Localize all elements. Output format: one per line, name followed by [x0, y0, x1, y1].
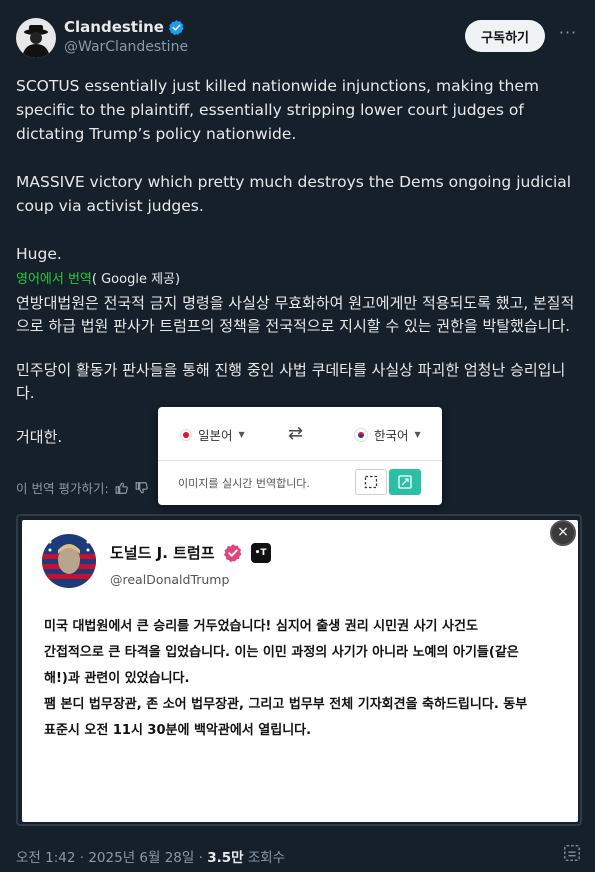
- embedded-post-screenshot: 도널드 J. 트럼프 •T @realDonaldTrump 미국 대법원에서 …: [22, 520, 578, 822]
- translation-attribution: 영어에서 번역( Google 제공): [16, 268, 180, 287]
- post-header: Clandestine @WarClandestine 구독하기 ···: [16, 16, 579, 64]
- translation-provider: ( Google 제공): [91, 272, 181, 287]
- flag-portrait-icon: [42, 534, 96, 588]
- post-time[interactable]: 오전 1:42: [16, 850, 75, 866]
- analytics-icon[interactable]: [563, 844, 581, 862]
- author-display-name[interactable]: Clandestine: [64, 18, 164, 36]
- post-date[interactable]: 2025년 6월 28일: [88, 850, 194, 866]
- tweet-paragraph: SCOTUS essentially just killed nationwid…: [16, 77, 540, 143]
- verified-badge-icon: [168, 19, 184, 35]
- embedded-post-text: 미국 대법원에서 큰 승리를 거두었습니다! 심지어 출생 권리 시민권 사기 …: [44, 614, 564, 744]
- embedded-author-name: 도널드 J. 트럼프: [110, 544, 215, 562]
- tweet-paragraph: MASSIVE victory which pretty much destro…: [16, 173, 572, 215]
- close-icon[interactable]: ×: [550, 520, 576, 546]
- translated-paragraph: 민주당이 활동가 판사들을 통해 진행 중인 사법 쿠데타를 사실상 파괴한 엄…: [16, 361, 566, 402]
- embedded-avatar: [42, 534, 96, 588]
- language-selector-row: 일본어 ▼ ⇄ 한국어 ▼: [158, 407, 442, 461]
- translated-paragraph: 연방대법원은 전국적 금지 명령을 사실상 무효화하여 원고에게만 적용되도록 …: [16, 294, 575, 335]
- selection-area-icon: [364, 475, 378, 489]
- verified-badge-icon: [223, 543, 242, 562]
- views-label: 조회수: [247, 850, 286, 866]
- author-name-row[interactable]: Clandestine: [64, 18, 188, 36]
- chevron-down-icon: ▼: [414, 430, 421, 439]
- views-count: 3.5만: [207, 850, 244, 866]
- tweet-paragraph: Huge.: [16, 245, 62, 263]
- rate-translation: 이 번역 평가하기:: [16, 478, 149, 497]
- spy-silhouette-icon: [16, 18, 56, 58]
- swap-languages-icon[interactable]: ⇄: [288, 423, 303, 444]
- expand-icon: [398, 475, 412, 489]
- embedded-post-line: 미국 대법원에서 큰 승리를 거두었습니다! 심지어 출생 권리 시민권 사기 …: [44, 619, 478, 634]
- more-options-icon[interactable]: ···: [557, 25, 579, 46]
- rate-translation-label: 이 번역 평가하기:: [16, 481, 109, 496]
- follow-button[interactable]: 구독하기: [465, 20, 545, 52]
- separator: ·: [79, 850, 85, 866]
- source-language-select[interactable]: 일본어 ▼: [180, 425, 245, 444]
- embedded-author-handle: @realDonaldTrump: [110, 572, 230, 587]
- embedded-post-line: 표준시 오전 11시 30분에 백악관에서 열립니다.: [44, 723, 312, 738]
- author-handle[interactable]: @WarClandestine: [64, 39, 188, 55]
- embedded-author-row: 도널드 J. 트럼프 •T: [110, 542, 271, 563]
- select-area-button[interactable]: [355, 469, 387, 495]
- image-translator-popup: 일본어 ▼ ⇄ 한국어 ▼ 이미지를 실시간 번역합니다.: [158, 407, 442, 505]
- post-metadata: 오전 1:42 · 2025년 6월 28일 · 3.5만 조회수: [16, 846, 285, 866]
- thumbs-up-icon[interactable]: [115, 481, 129, 495]
- embedded-post-line: 간접적으로 큰 타격을 입었습니다. 이는 이민 과정의 사기가 아니라 노예의…: [44, 645, 519, 660]
- japan-flag-icon: [180, 428, 192, 441]
- embedded-post-line: 팸 본디 법무장관, 존 소어 법무장관, 그리고 법무부 전체 기자회견을 축…: [44, 697, 528, 712]
- separator: ·: [198, 850, 203, 866]
- embedded-image-card[interactable]: 도널드 J. 트럼프 •T @realDonaldTrump 미국 대법원에서 …: [16, 514, 582, 826]
- avatar[interactable]: [16, 18, 56, 58]
- target-language-select[interactable]: 한국어 ▼: [354, 425, 421, 444]
- live-translate-button[interactable]: [389, 469, 421, 495]
- chevron-down-icon: ▼: [238, 430, 245, 439]
- target-language-label: 한국어: [374, 428, 409, 443]
- tweet-text: SCOTUS essentially just killed nationwid…: [16, 74, 579, 266]
- popup-hint-text: 이미지를 실시간 번역합니다.: [178, 477, 310, 490]
- thumbs-down-icon[interactable]: [135, 481, 149, 495]
- truth-social-app-icon: •T: [250, 542, 271, 563]
- embedded-post-line: 해!)과 관련이 있었습니다.: [44, 671, 190, 686]
- translation-source-label[interactable]: 영어에서 번역: [16, 272, 92, 287]
- korea-flag-icon: [354, 427, 368, 442]
- source-language-label: 일본어: [198, 428, 233, 443]
